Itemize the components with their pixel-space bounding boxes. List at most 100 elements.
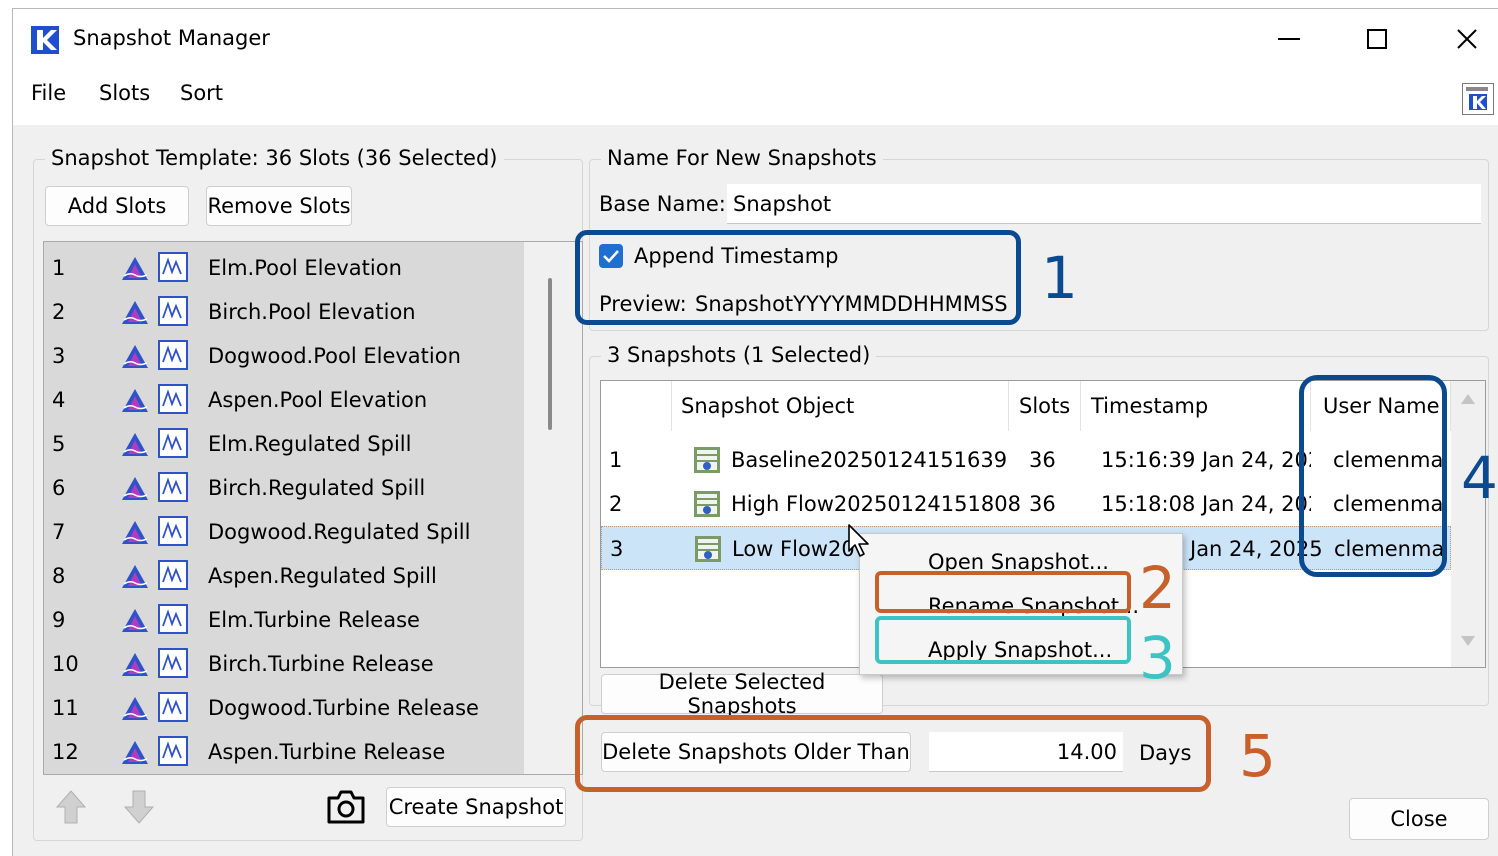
object-type-icon (120, 650, 150, 683)
slot-row[interactable]: 1 Elm.Pool Elevation (44, 246, 524, 290)
object-type-icon (120, 342, 150, 375)
slot-row[interactable]: 4 Aspen.Pool Elevation (44, 378, 524, 422)
slot-row[interactable]: 5 Elm.Regulated Spill (44, 422, 524, 466)
object-type-icon (120, 606, 150, 639)
app-logo-icon (31, 26, 59, 54)
minimize-button[interactable] (1269, 21, 1309, 57)
slot-row[interactable]: 2 Birch.Pool Elevation (44, 290, 524, 334)
delete-selected-snapshots-button[interactable]: Delete Selected Snapshots (601, 670, 883, 718)
slot-list[interactable]: 1 Elm.Pool Elevation 2 Birch.Pool Elevation… (43, 241, 583, 775)
timestamp-cell: 15:18:08 Jan 24, 2025 (1101, 492, 1311, 516)
menu-bar: File Slots Sort (13, 69, 1498, 125)
header-snapshot-object[interactable]: Snapshot Object (671, 381, 1009, 431)
annotation-number-4: 4 (1461, 444, 1498, 512)
slot-row[interactable]: 7 Dogwood.Regulated Spill (44, 510, 524, 554)
slot-list-scrollbar[interactable] (524, 242, 582, 774)
plot-icon (158, 428, 188, 463)
move-up-button[interactable] (51, 787, 91, 827)
snapshot-object-cell: Low Flow20 (732, 537, 855, 561)
header-slots[interactable]: Slots (1009, 381, 1081, 431)
row-number: 3 (610, 537, 624, 561)
object-type-icon (120, 738, 150, 771)
snapshot-template-legend: Snapshot Template: 36 Slots (36 Selected… (45, 146, 504, 170)
slot-row[interactable]: 8 Aspen.Regulated Spill (44, 554, 524, 598)
header-timestamp[interactable]: Timestamp (1081, 381, 1311, 431)
slot-name: Aspen.Regulated Spill (208, 564, 437, 588)
add-slots-button[interactable]: Add Slots (45, 186, 189, 226)
plot-icon (158, 516, 188, 551)
snapshot-manager-window: Snapshot Manager File Slots Sort Snapsho… (12, 8, 1498, 856)
annotation-number-5: 5 (1239, 722, 1276, 790)
slot-name: Dogwood.Pool Elevation (208, 344, 461, 368)
slot-row[interactable]: 10 Birch.Turbine Release (44, 642, 524, 686)
annotation-box-5 (575, 715, 1211, 792)
slot-number: 3 (52, 344, 66, 368)
slot-number: 7 (52, 520, 66, 544)
slot-row[interactable]: 12 Aspen.Turbine Release (44, 730, 524, 774)
scrollbar-thumb[interactable] (548, 278, 552, 430)
object-type-icon (120, 430, 150, 463)
base-name-input[interactable] (727, 184, 1481, 224)
slot-name: Birch.Pool Elevation (208, 300, 416, 324)
row-number: 2 (609, 492, 623, 516)
slots-cell: 36 (1029, 448, 1056, 472)
slot-name: Dogwood.Turbine Release (208, 696, 479, 720)
slot-row[interactable]: 3 Dogwood.Pool Elevation (44, 334, 524, 378)
slot-row[interactable]: 11 Dogwood.Turbine Release (44, 686, 524, 730)
slot-number: 9 (52, 608, 66, 632)
naming-legend: Name For New Snapshots (601, 146, 883, 170)
maximize-button[interactable] (1357, 21, 1397, 57)
object-type-icon (120, 562, 150, 595)
plot-icon (158, 472, 188, 507)
plot-icon (158, 648, 188, 683)
slot-number: 8 (52, 564, 66, 588)
slot-number: 12 (52, 740, 79, 764)
menu-sort[interactable]: Sort (180, 81, 223, 105)
move-down-button[interactable] (119, 787, 159, 827)
annotation-number-2: 2 (1139, 554, 1176, 622)
base-name-label: Base Name: (599, 192, 726, 216)
camera-icon (325, 788, 367, 826)
snapshots-legend: 3 Snapshots (1 Selected) (601, 343, 877, 367)
slot-name: Elm.Pool Elevation (208, 256, 402, 280)
slot-number: 4 (52, 388, 66, 412)
scroll-up-icon[interactable] (1460, 393, 1476, 405)
close-icon (1457, 29, 1477, 49)
slot-number: 6 (52, 476, 66, 500)
plot-icon (158, 560, 188, 595)
slot-number: 11 (52, 696, 79, 720)
scroll-down-icon[interactable] (1460, 635, 1476, 647)
object-type-icon (120, 694, 150, 727)
plot-icon (158, 296, 188, 331)
help-icon-button[interactable] (1462, 83, 1494, 115)
create-snapshot-button[interactable]: Create Snapshot (386, 787, 566, 827)
table-scrollbar[interactable] (1451, 381, 1485, 667)
slot-row[interactable]: 9 Elm.Turbine Release (44, 598, 524, 642)
close-button[interactable]: Close (1349, 798, 1489, 840)
slot-row[interactable]: 6 Birch.Regulated Spill (44, 466, 524, 510)
plot-icon (158, 692, 188, 727)
header-num (601, 381, 672, 431)
slot-name: Aspen.Pool Elevation (208, 388, 428, 412)
snapshot-object-cell: Baseline20250124151639 (731, 448, 1008, 472)
plot-icon (158, 736, 188, 771)
menu-slots[interactable]: Slots (99, 81, 150, 105)
arrow-up-icon (55, 790, 87, 824)
app-help-icon (1466, 87, 1488, 110)
slot-name: Birch.Regulated Spill (208, 476, 426, 500)
menu-file[interactable]: File (31, 81, 66, 105)
annotation-number-1: 1 (1041, 244, 1078, 312)
plot-icon (158, 340, 188, 375)
annotation-box-4 (1299, 375, 1447, 577)
window-close-button[interactable] (1447, 21, 1487, 57)
slot-name: Dogwood.Regulated Spill (208, 520, 471, 544)
object-type-icon (120, 518, 150, 551)
plot-icon (158, 604, 188, 639)
slot-name: Birch.Turbine Release (208, 652, 434, 676)
snapshot-icon (693, 482, 721, 526)
annotation-box-1 (575, 230, 1021, 325)
snapshot-icon (693, 438, 721, 482)
maximize-icon (1367, 29, 1387, 49)
slot-name: Aspen.Turbine Release (208, 740, 446, 764)
remove-slots-button[interactable]: Remove Slots (206, 186, 352, 226)
